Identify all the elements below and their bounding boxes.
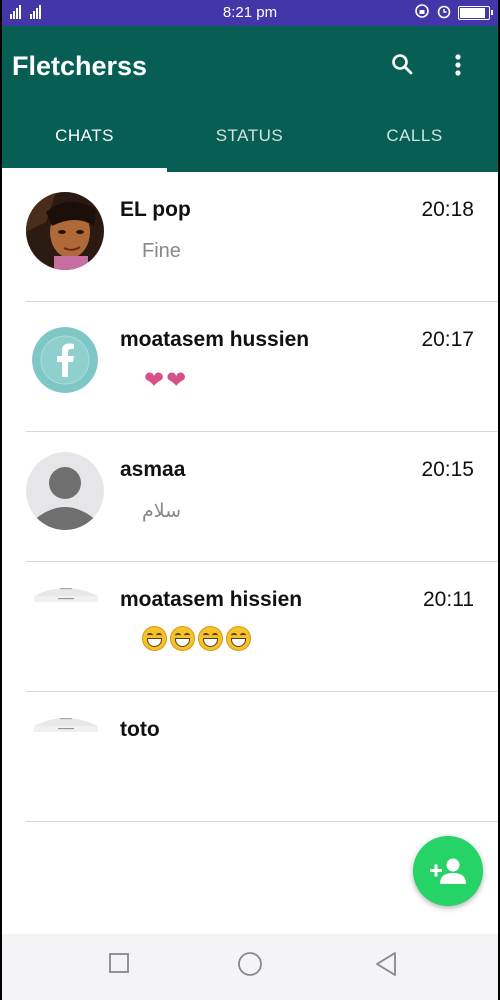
chat-row-asmaa[interactable]: asmaa 20:15 سلام <box>2 432 498 562</box>
contact-name: EL pop <box>120 198 191 221</box>
photo-avatar[interactable] <box>26 192 104 270</box>
chat-row-toto[interactable]: toto <box>2 692 498 822</box>
add-contact-button[interactable] <box>413 836 483 906</box>
laughing-emoji-icon <box>142 626 167 651</box>
more-vert-icon[interactable] <box>448 52 468 78</box>
message-time: 20:11 <box>423 588 474 611</box>
last-message-hearts: ❤❤ <box>144 367 189 394</box>
last-message: Fine <box>142 240 181 262</box>
contact-name: toto <box>120 718 160 741</box>
home-circle-icon[interactable] <box>237 951 263 977</box>
recents-square-icon[interactable] <box>108 952 130 974</box>
contact-name: moatasem hissien <box>120 588 303 611</box>
app-bar: Fletcherss CHATS STATUS CALLS <box>2 26 498 172</box>
last-message-emoji <box>142 626 254 651</box>
back-triangle-icon[interactable] <box>374 951 398 977</box>
tab-calls[interactable]: CALLS <box>332 126 497 146</box>
message-time: 20:17 <box>421 328 474 351</box>
chat-row-moatasem-hissien[interactable]: moatasem hissien 20:11 <box>2 562 498 692</box>
screenshot-avatar[interactable] <box>30 582 102 612</box>
laughing-emoji-icon <box>198 626 223 651</box>
screen: 8:21 pm Fletcherss CHATS STATUS CALLS EL… <box>2 0 498 1000</box>
app-title: Fletcherss <box>12 51 148 81</box>
laughing-emoji-icon <box>226 626 251 651</box>
status-bar: 8:21 pm <box>2 0 498 26</box>
laughing-emoji-icon <box>170 626 195 651</box>
message-time: 20:18 <box>421 198 474 221</box>
divider <box>26 821 498 822</box>
system-nav-bar <box>2 934 498 1000</box>
search-icon[interactable] <box>390 52 414 76</box>
chat-row-el-pop[interactable]: EL pop 20:18 Fine <box>2 172 498 302</box>
rotation-lock-icon <box>414 3 430 22</box>
default-user-avatar[interactable] <box>26 452 104 530</box>
status-icons <box>414 3 493 22</box>
alarm-icon <box>436 3 452 22</box>
message-time: 20:15 <box>421 458 474 481</box>
contact-name: moatasem hussien <box>120 328 310 351</box>
last-message: سلام <box>142 500 182 522</box>
tab-chats[interactable]: CHATS <box>2 126 167 146</box>
facebook-avatar[interactable] <box>32 327 98 393</box>
chat-row-moatasem-hussien[interactable]: moatasem hussien 20:17 ❤❤ <box>2 302 498 432</box>
chat-list: EL pop 20:18 Fine moatasem hussien 20:17… <box>2 172 498 822</box>
battery-icon <box>458 5 493 20</box>
add-contact-icon <box>430 858 466 884</box>
contact-name: asmaa <box>120 458 186 481</box>
screenshot-avatar[interactable] <box>30 712 102 742</box>
tab-status[interactable]: STATUS <box>167 126 332 146</box>
